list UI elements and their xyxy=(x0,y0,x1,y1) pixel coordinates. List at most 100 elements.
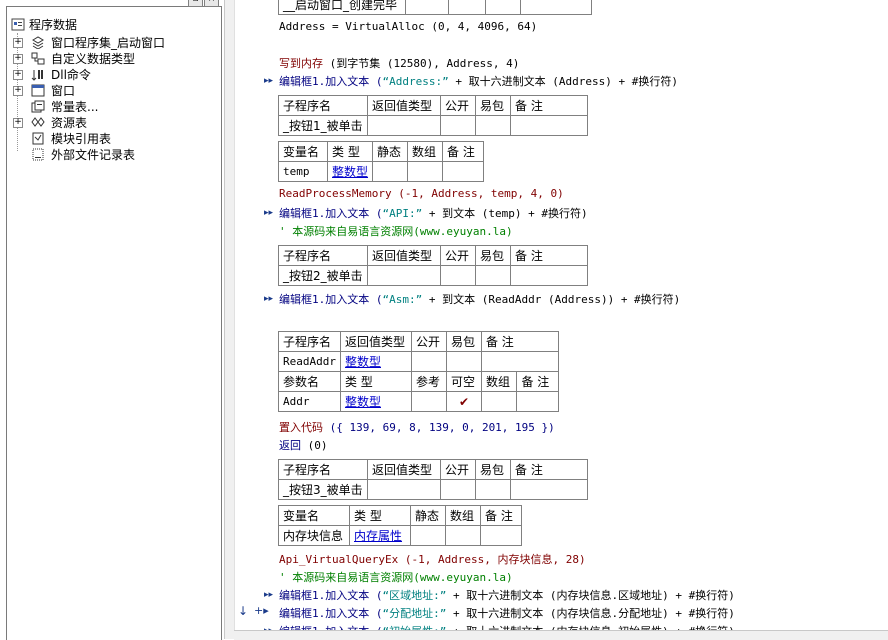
col-header: 返回值类型 xyxy=(367,459,441,480)
col-header: 数组 xyxy=(445,505,481,526)
sub-name-cell[interactable]: _按钮3_被单击 xyxy=(278,479,368,500)
project-tree-panel: 程序数据 + 窗口程序集_启动窗口 + 自定义数据类型 + Dll命令 + 窗口… xyxy=(0,0,232,640)
ret-type-cell[interactable] xyxy=(367,265,441,286)
array-cell[interactable] xyxy=(480,391,518,412)
col-header: 易包 xyxy=(475,459,511,480)
col-header: 变量名 xyxy=(278,505,350,526)
close-icon[interactable]: × xyxy=(204,0,219,7)
array-cell[interactable] xyxy=(445,525,481,546)
expand-icon[interactable]: + xyxy=(13,70,23,80)
col-header: 备 注 xyxy=(510,245,588,266)
sub-table-1: 子程序名 返回值类型 公开 易包备 注 _按钮1_被单击 xyxy=(278,95,588,136)
code-line-return[interactable]: 返回 (0) xyxy=(279,437,328,453)
var-type-cell[interactable]: 整数型 xyxy=(326,161,374,182)
tree-item-label: 资源表 xyxy=(51,116,88,130)
args: + 到文本 (temp) + #换行符) xyxy=(422,207,588,220)
col-header: 变量名 xyxy=(278,141,328,162)
expand-icon[interactable]: + xyxy=(13,54,23,64)
line-marker-icon: ▸▸ xyxy=(264,76,274,86)
remark-cell[interactable] xyxy=(510,479,588,500)
restore-icon[interactable]: ▫ xyxy=(188,0,203,7)
code-line-edit2[interactable]: 编辑框1.加入文本 (“API:” + 到文本 (temp) + #换行符) xyxy=(279,205,588,221)
top-partial-table: __启动窗口_创建完毕 xyxy=(278,0,592,15)
col-header: 备 注 xyxy=(510,459,588,480)
col-header: 返回值类型 xyxy=(367,95,441,116)
program-data-icon xyxy=(11,18,25,31)
assembly-icon xyxy=(32,36,44,49)
remark-cell[interactable] xyxy=(516,391,559,412)
sub-name-cell[interactable]: ReadAddr xyxy=(278,351,341,372)
var-name-cell[interactable]: temp xyxy=(278,161,328,182)
expand-icon[interactable]: + xyxy=(13,38,23,48)
code-line-edit4[interactable]: 编辑框1.加入文本 (“区域地址:” + 取十六进制文本 (内存块信息.区域地址… xyxy=(279,587,735,603)
tree-item-label: 自定义数据类型 xyxy=(51,52,136,66)
keyword: 返回 xyxy=(279,439,301,452)
remark-cell[interactable] xyxy=(510,115,588,136)
easy-pkg-cell[interactable] xyxy=(475,265,511,286)
col-header: 易包 xyxy=(475,95,511,116)
step-arrow-icon[interactable]: ↓ xyxy=(238,604,248,618)
sub-table-4: 子程序名 返回值类型 公开 易包备 注 _按钮3_被单击 xyxy=(278,459,588,500)
easy-pkg-cell[interactable] xyxy=(445,351,482,372)
code-line-asm[interactable]: 置入代码 ({ 139, 69, 8, 139, 0, 201, 195 }) xyxy=(279,419,555,435)
sub-name-cell[interactable]: _按钮1_被单击 xyxy=(278,115,368,136)
public-cell[interactable] xyxy=(440,479,476,500)
remark-cell[interactable] xyxy=(442,161,485,182)
code-line-edit5[interactable]: 编辑框1.加入文本 (“分配地址:” + 取十六进制文本 (内存块信息.分配地址… xyxy=(279,605,735,621)
public-cell[interactable] xyxy=(440,265,476,286)
call: 编辑框1.加入文本 ( xyxy=(279,293,383,306)
tree-item-label: 窗口 xyxy=(51,84,76,98)
static-cell[interactable] xyxy=(372,161,409,182)
col-header: 备 注 xyxy=(480,505,522,526)
var-type-cell[interactable]: 内存属性 xyxy=(349,525,411,546)
dll-icon xyxy=(31,70,43,81)
code-line-alloc[interactable]: Address = VirtualAlloc (0, 4, 4096, 64) xyxy=(279,20,537,33)
sub-name-cell[interactable]: _按钮2_被单击 xyxy=(278,265,368,286)
code-line-edit3[interactable]: 编辑框1.加入文本 (“Asm:” + 到文本 (ReadAddr (Addre… xyxy=(279,291,680,307)
col-header: 类 型 xyxy=(339,371,412,392)
remark-cell[interactable] xyxy=(510,265,588,286)
ret-type-cell[interactable]: 整数型 xyxy=(339,351,412,372)
col-header: 数组 xyxy=(407,141,444,162)
ret-type-cell[interactable] xyxy=(367,479,441,500)
remark-cell[interactable] xyxy=(480,351,559,372)
code-comment-2[interactable]: ' 本源码来自易语言资源网(www.eyuyan.la) xyxy=(279,569,513,585)
public-cell[interactable] xyxy=(410,351,447,372)
col-header: 公开 xyxy=(410,331,447,352)
line-marker-icon: ▸▸ xyxy=(264,208,274,218)
keyword: 写到内存 xyxy=(279,57,323,70)
var-table-1: 变量名类 型静态 数组备 注 temp 整数型 xyxy=(278,141,485,182)
tree-item-label: Dll命令 xyxy=(51,68,91,82)
code-comment-1[interactable]: ' 本源码来自易语言资源网(www.eyuyan.la) xyxy=(279,223,513,239)
file-icon xyxy=(32,148,44,161)
var-name-cell[interactable]: 内存块信息 xyxy=(278,525,350,546)
call: 编辑框1.加入文本 ( xyxy=(279,607,383,620)
param-type-cell[interactable]: 整数型 xyxy=(339,391,412,412)
col-header: 易包 xyxy=(475,245,511,266)
expand-icon[interactable]: + xyxy=(13,118,23,128)
static-cell[interactable] xyxy=(410,525,446,546)
expand-icon[interactable]: + xyxy=(13,86,23,96)
col-header: 子程序名 xyxy=(278,331,341,352)
args: (到字节集 (12580), Address, 4) xyxy=(323,57,520,70)
easy-pkg-cell[interactable] xyxy=(475,115,511,136)
remark-cell[interactable] xyxy=(480,525,522,546)
tree-item-label: 模块引用表 xyxy=(51,132,112,146)
code-line-rpm[interactable]: ReadProcessMemory (-1, Address, temp, 4,… xyxy=(279,187,564,200)
ret-type-cell[interactable] xyxy=(367,115,441,136)
code-line-write[interactable]: 写到内存 (到字节集 (12580), Address, 4) xyxy=(279,55,519,71)
array-cell[interactable] xyxy=(407,161,444,182)
tree-item-label: 窗口程序集_启动窗口 xyxy=(51,36,166,50)
nullable-check-icon[interactable]: ✔ xyxy=(445,391,482,412)
code-line-vq[interactable]: Api_VirtualQueryEx (-1, Address, 内存块信息, … xyxy=(279,551,586,567)
param-name-cell[interactable]: Addr xyxy=(278,391,341,412)
col-header: 类 型 xyxy=(326,141,374,162)
easy-pkg-cell[interactable] xyxy=(475,479,511,500)
line-marker-icon: +▸ xyxy=(254,604,269,617)
col-header: 静态 xyxy=(410,505,446,526)
public-cell[interactable] xyxy=(440,115,476,136)
ref-cell[interactable] xyxy=(410,391,447,412)
code-line-edit1[interactable]: 编辑框1.加入文本 (“Address:” + 取十六进制文本 (Address… xyxy=(279,73,678,89)
code-gutter xyxy=(234,0,263,639)
sub-name-cell[interactable]: __启动窗口_创建完毕 xyxy=(278,0,406,15)
